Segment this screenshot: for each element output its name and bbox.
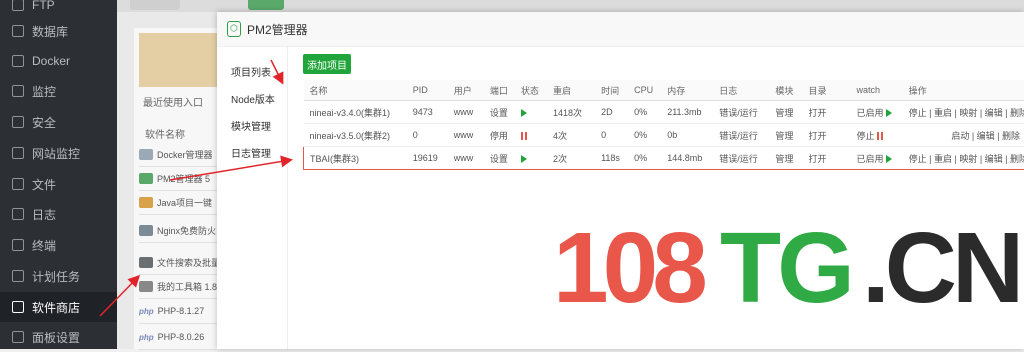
annotation-arrows — [0, 0, 1024, 349]
arrow-to-software — [100, 277, 138, 316]
arrow-to-row — [170, 160, 290, 180]
arrow-to-add — [271, 60, 282, 82]
